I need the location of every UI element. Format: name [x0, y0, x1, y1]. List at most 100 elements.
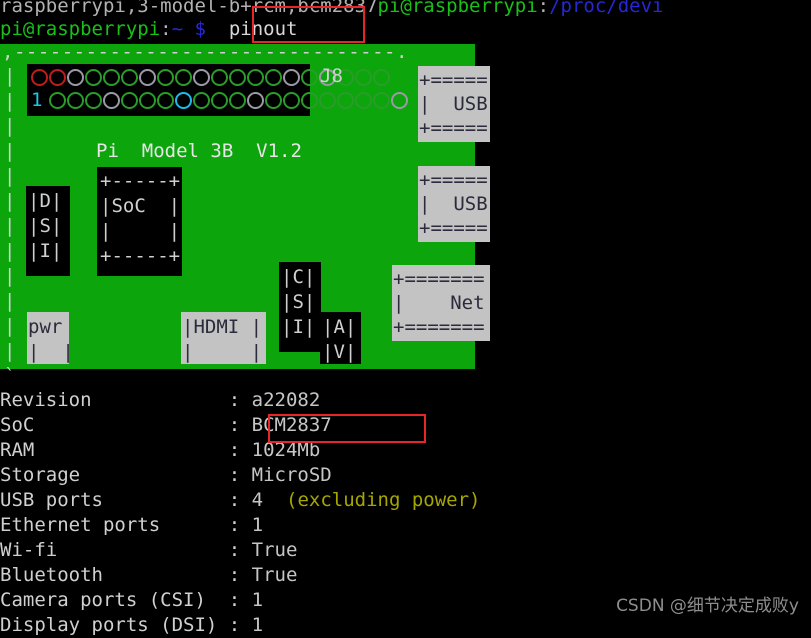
gpio-pin[interactable] [247, 69, 264, 86]
board-model-label: Pi Model 3B V1.2 [96, 140, 302, 162]
info-key: Storage [0, 464, 229, 486]
gpio-pin[interactable] [355, 92, 372, 109]
terminal-screen: raspberrypi,3-model-b+rcm,bcm2837pi@rasp… [0, 0, 811, 637]
gpio-pin[interactable] [49, 92, 66, 109]
csi-row-3: |I| [281, 316, 316, 338]
dsi-connector[interactable]: |D| |S| |I| [26, 186, 70, 276]
gpio-pin[interactable] [211, 92, 228, 109]
gpio-pin[interactable] [265, 92, 282, 109]
gpio-pin[interactable] [283, 92, 300, 109]
info-separator: : [228, 489, 252, 511]
gpio-pin[interactable] [139, 92, 156, 109]
usb-connector-bottom[interactable]: +===== | USB +===== [418, 166, 490, 242]
gpio-pin[interactable] [175, 92, 192, 109]
gpio-pin[interactable] [103, 69, 120, 86]
info-value: True [251, 564, 298, 586]
info-separator: : [228, 614, 252, 636]
info-separator: : [228, 589, 252, 611]
soc-body: | | [100, 220, 181, 242]
gpio-pin[interactable] [229, 92, 246, 109]
csi-row-2: |S| [281, 291, 316, 313]
dsi-row-1: |D| [28, 190, 63, 212]
info-row: Ethernet ports : 1 [0, 513, 263, 538]
gpio-header-j8[interactable]: 1 [27, 64, 408, 116]
gpio-pin[interactable] [103, 92, 120, 109]
power-connector[interactable]: pwr | | [27, 312, 74, 364]
gpio-pin[interactable] [391, 92, 408, 109]
gpio-pin[interactable] [193, 69, 210, 86]
usb-connector-top[interactable]: +===== | USB +===== [418, 66, 490, 142]
gpio-pin[interactable] [373, 92, 390, 109]
info-value: True [251, 539, 298, 561]
gpio-pin[interactable] [337, 92, 354, 109]
info-value: a22082 [251, 389, 321, 411]
info-key: Bluetooth [0, 564, 229, 586]
soc-border-bottom: +-----+ [100, 245, 181, 267]
info-key: Display ports (DSI) [0, 614, 229, 636]
board-top-border: ,--------------------------------. [2, 41, 408, 63]
gpio-pin[interactable] [157, 69, 174, 86]
gpio-pin[interactable] [67, 92, 84, 109]
info-key: USB ports [0, 489, 229, 511]
usb-bottom-bottom-border: +===== [419, 217, 488, 239]
info-value: 1 [251, 514, 264, 536]
info-row: RAM : 1024Mb [0, 438, 320, 463]
ethernet-connector[interactable]: +======= | Net +======= [392, 265, 490, 341]
av-connector[interactable]: |A| |V| [320, 312, 361, 364]
gpio-pin[interactable] [211, 69, 228, 86]
gpio-pin-row-bottom[interactable]: 1 [31, 89, 409, 111]
info-key: SoC [0, 414, 229, 436]
info-separator: : [228, 389, 252, 411]
gpio-pin[interactable] [265, 69, 282, 86]
av-row-1: |A| [322, 316, 357, 338]
info-row: Bluetooth : True [0, 563, 297, 588]
power-label: pwr [28, 316, 63, 338]
prompt-colon: : [160, 18, 172, 40]
gpio-pin[interactable] [373, 69, 390, 86]
gpio-pin[interactable] [301, 69, 318, 86]
gpio-pin[interactable] [283, 69, 300, 86]
scrollback-colon: : [537, 0, 550, 17]
gpio-pin[interactable] [355, 69, 372, 86]
gpio-pin[interactable] [121, 92, 138, 109]
gpio-pin[interactable] [247, 92, 264, 109]
gpio-pin[interactable] [85, 69, 102, 86]
soc-chip: +-----+ |SoC | | | +-----+ [97, 167, 182, 276]
gpio-pin[interactable] [319, 92, 336, 109]
info-key: Wi-fi [0, 539, 229, 561]
info-value: MicroSD [251, 464, 332, 486]
usb-bottom-border: +===== [419, 169, 488, 191]
gpio-pin[interactable] [31, 69, 48, 86]
info-row: Wi-fi : True [0, 538, 297, 563]
gpio-pin[interactable] [157, 92, 174, 109]
gpio-pin[interactable] [49, 69, 66, 86]
csi-connector[interactable]: |C| |S| |I| [279, 262, 321, 352]
gpio-pin[interactable] [85, 92, 102, 109]
info-row: Display ports (DSI) : 1 [0, 613, 263, 638]
scrollback-path: /proc/devi [549, 0, 664, 17]
soc-label: |SoC | [100, 195, 181, 217]
hdmi-connector[interactable]: |HDMI | | | [181, 312, 266, 364]
gpio-pin[interactable] [121, 69, 138, 86]
gpio-pin[interactable] [229, 69, 246, 86]
gpio-pin[interactable] [301, 92, 318, 109]
gpio-header-label: J8 [320, 65, 343, 87]
scrollback-text: raspberrypi,3-model-b+rcm,bcm2837 [0, 0, 378, 17]
usb-top-border: +===== [419, 69, 488, 91]
dsi-row-3: |I| [28, 240, 63, 262]
prompt-dollar: $ [194, 18, 206, 40]
gpio-pin[interactable] [67, 69, 84, 86]
csi-row-1: |C| [281, 266, 316, 288]
info-separator: : [228, 439, 252, 461]
gpio-pin[interactable] [193, 92, 210, 109]
prompt-line[interactable]: pi@raspberrypi:~ $ pinout [0, 17, 298, 42]
gpio-pin[interactable] [175, 69, 192, 86]
info-separator: : [228, 414, 252, 436]
av-row-2: |V| [322, 341, 357, 363]
soc-border-top: +-----+ [100, 170, 181, 192]
info-value: 1 [251, 589, 264, 611]
gpio-pin-1-label: 1 [31, 89, 43, 111]
gpio-pin[interactable] [139, 69, 156, 86]
info-row: USB ports : 4 (excluding power) [0, 488, 480, 513]
info-value: 1024Mb [251, 439, 321, 461]
